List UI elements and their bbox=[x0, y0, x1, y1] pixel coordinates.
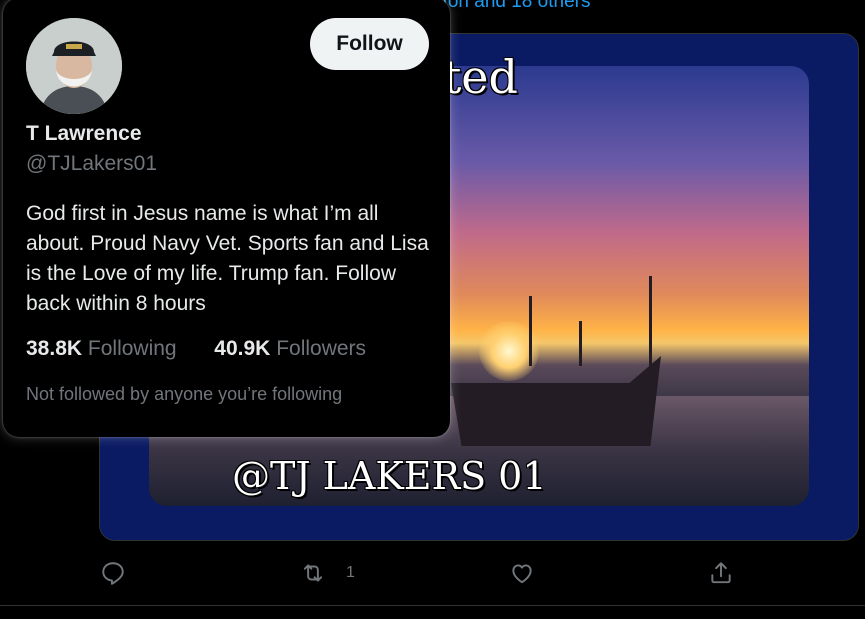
ship-mast bbox=[579, 321, 582, 366]
retweet-social-context[interactable]: oton and 18 others bbox=[432, 0, 590, 13]
avatar[interactable] bbox=[26, 18, 122, 114]
retweet-button[interactable]: 1 bbox=[300, 560, 355, 586]
following-label: Following bbox=[87, 337, 177, 360]
following-count: 38.8K bbox=[26, 337, 83, 360]
ship-mast bbox=[649, 276, 652, 366]
media-caption-text: @TJ LAKERS 01 bbox=[232, 454, 547, 498]
share-button[interactable] bbox=[708, 560, 734, 586]
profile-hover-card: Follow T Lawrence @TJLakers01 God first … bbox=[3, 0, 450, 437]
followers-count: 40.9K bbox=[214, 337, 271, 360]
like-button[interactable] bbox=[509, 560, 535, 586]
follow-button[interactable]: Follow bbox=[310, 18, 429, 70]
profile-stats: 38.8K Following 40.9K Followers bbox=[26, 337, 366, 361]
tweet-actions: 1 bbox=[0, 560, 865, 590]
followers-stat[interactable]: 40.9K Followers bbox=[214, 337, 366, 360]
following-stat[interactable]: 38.8K Following bbox=[26, 337, 182, 360]
ship-silhouette bbox=[451, 356, 661, 446]
profile-display-name[interactable]: T Lawrence bbox=[26, 122, 142, 146]
followers-label: Followers bbox=[276, 337, 367, 360]
profile-handle[interactable]: @TJLakers01 bbox=[26, 152, 157, 176]
tweet-divider bbox=[0, 605, 865, 606]
retweet-icon bbox=[303, 564, 323, 582]
reply-button[interactable] bbox=[100, 560, 126, 586]
profile-bio: God first in Jesus name is what I’m all … bbox=[26, 202, 429, 315]
reply-icon bbox=[102, 562, 124, 585]
share-icon bbox=[711, 562, 731, 584]
ship-mast bbox=[529, 296, 532, 366]
heart-icon bbox=[512, 564, 532, 584]
retweet-count: 1 bbox=[346, 564, 355, 581]
avatar-photo-icon bbox=[26, 18, 122, 114]
not-followed-notice: Not followed by anyone you’re following bbox=[26, 384, 343, 404]
